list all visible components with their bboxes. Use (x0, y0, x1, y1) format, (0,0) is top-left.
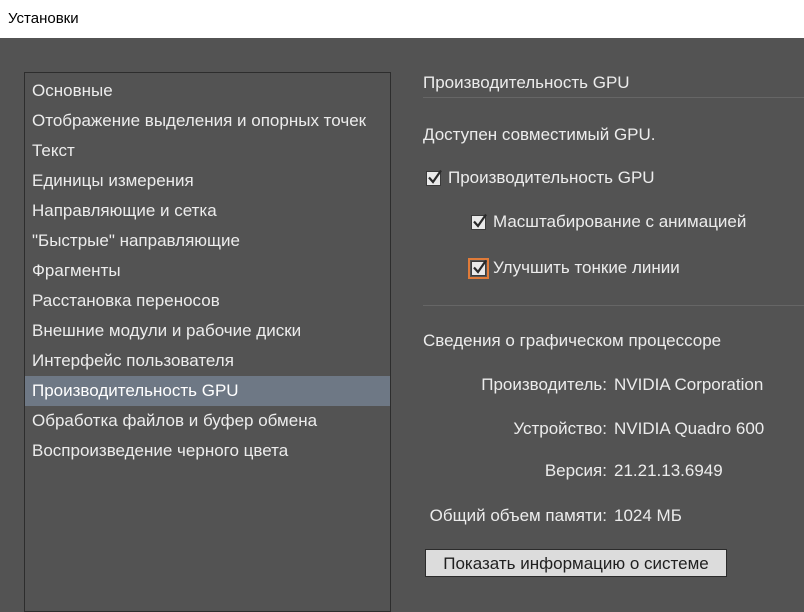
vendor-value: NVIDIA Corporation (614, 375, 764, 394)
sidebar-item-selection-anchor-display[interactable]: Отображение выделения и опорных точек (25, 106, 390, 136)
sidebar-item-file-handling-clipboard[interactable]: Обработка файлов и буфер обмена (25, 406, 390, 436)
sidebar-item-slices[interactable]: Фрагменты (25, 256, 390, 286)
section-divider (423, 305, 804, 306)
gpu-info-heading: Сведения о графическом процессоре (423, 331, 722, 350)
checkmark-icon (473, 259, 487, 274)
enhance-thin-lines-label: Улучшить тонкие линии (493, 258, 680, 277)
sidebar-item-units[interactable]: Единицы измерения (25, 166, 390, 196)
sidebar-item-gpu-performance[interactable]: Производительность GPU (25, 376, 390, 406)
preferences-category-list: Основные Отображение выделения и опорных… (24, 72, 391, 612)
sidebar-item-plugins-scratch-disks[interactable]: Внешние модули и рабочие диски (25, 316, 390, 346)
version-label: Версия: (544, 461, 607, 480)
version-value: 21.21.13.6949 (614, 461, 723, 480)
checkmark-icon (473, 213, 487, 228)
section-title: Производительность GPU (423, 71, 804, 98)
window-title: Установки (0, 0, 804, 38)
sidebar-item-black-appearance[interactable]: Воспроизведение черного цвета (25, 436, 390, 466)
enhance-thin-lines-checkbox-row[interactable]: Улучшить тонкие линии (468, 257, 680, 279)
device-value: NVIDIA Quadro 600 (614, 419, 765, 438)
checkmark-icon (428, 169, 442, 184)
gpu-performance-checkbox[interactable] (426, 169, 442, 186)
gpu-available-text: Доступен совместимый GPU. (423, 125, 656, 144)
show-system-info-button[interactable]: Показать информацию о системе (425, 549, 727, 577)
animated-zoom-checkbox-row[interactable]: Масштабирование с анимацией (471, 212, 746, 232)
memory-value: 1024 МБ (614, 506, 682, 525)
device-label: Устройство: (513, 419, 607, 438)
sidebar-item-hyphenation[interactable]: Расстановка переносов (25, 286, 390, 316)
sidebar-item-smart-guides[interactable]: "Быстрые" направляющие (25, 226, 390, 256)
animated-zoom-label: Масштабирование с анимацией (493, 212, 747, 231)
animated-zoom-checkbox[interactable] (471, 213, 487, 230)
gpu-performance-label: Производительность GPU (448, 168, 655, 187)
sidebar-item-type[interactable]: Текст (25, 136, 390, 166)
enhance-thin-lines-checkbox[interactable] (468, 257, 489, 279)
sidebar-item-user-interface[interactable]: Интерфейс пользователя (25, 346, 390, 376)
gpu-performance-checkbox-row[interactable]: Производительность GPU (426, 168, 655, 188)
sidebar-item-guides-grid[interactable]: Направляющие и сетка (25, 196, 390, 226)
memory-label: Общий объем памяти: (429, 506, 607, 525)
vendor-label: Производитель: (481, 375, 607, 394)
sidebar-item-general[interactable]: Основные (25, 76, 390, 106)
